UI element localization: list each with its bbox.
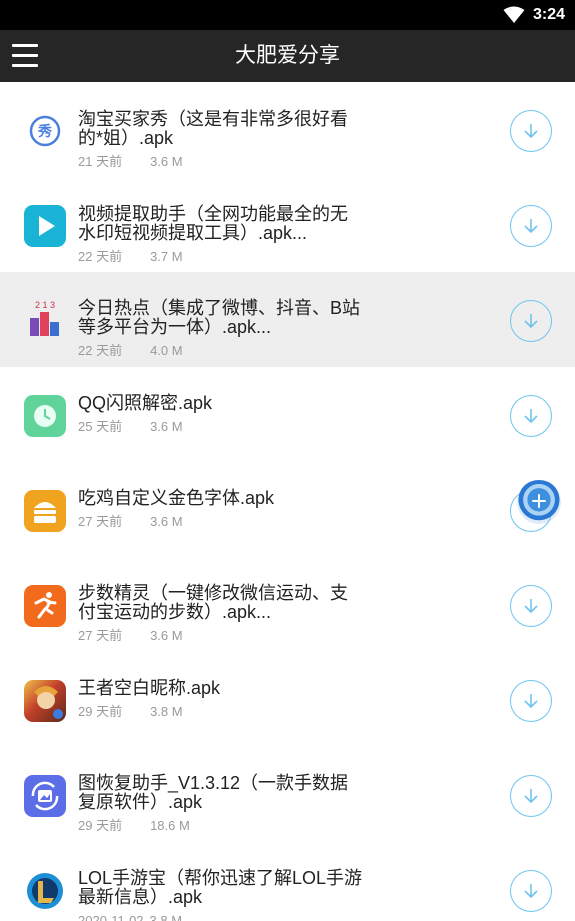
file-size: 3.6 M (150, 514, 183, 529)
file-age: 21 天前 (78, 154, 123, 169)
file-age: 22 天前 (78, 343, 123, 358)
plus-icon (532, 494, 546, 508)
file-age: 29 天前 (78, 704, 123, 719)
status-time: 3:24 (533, 6, 566, 23)
file-list: 秀 淘宝买家秀（这是有非常多很好看 的*姐）.apk 21 天前 3.6 M 视频… (0, 82, 575, 921)
lol-logo-icon (24, 870, 66, 912)
app-bar: 大肥爱分享 (0, 30, 575, 82)
file-size: 18.6 M (150, 818, 190, 833)
download-arrow-icon (524, 219, 538, 234)
photo-recovery-icon (24, 775, 66, 817)
download-button[interactable] (510, 300, 552, 342)
file-age: 25 天前 (78, 419, 123, 434)
clock-icon (24, 395, 66, 437)
file-size: 3.6 M (150, 154, 183, 169)
file-size: 3.8 M (150, 704, 183, 719)
download-arrow-icon (524, 314, 538, 329)
file-size: 3.6 M (150, 419, 183, 434)
file-meta: 22 天前 4.0 M (78, 343, 183, 359)
file-name: LOL手游宝（帮你迅速了解LOL手游 最新信息）.apk (78, 868, 363, 907)
file-name: 步数精灵（一键修改微信运动、支 付宝运动的步数）.apk... (78, 583, 348, 622)
file-name: 今日热点（集成了微博、抖音、B站 等多平台为一体）.apk... (78, 298, 361, 337)
file-meta: 29 天前 18.6 M (78, 818, 190, 834)
list-item[interactable]: 2 1 3 今日热点（集成了微博、抖音、B站 等多平台为一体）.apk... 2… (0, 272, 575, 367)
list-item[interactable]: 王者空白昵称.apk 29 天前 3.8 M (0, 652, 575, 747)
download-button[interactable] (510, 395, 552, 437)
file-name: QQ闪照解密.apk (78, 393, 213, 413)
taobao-xiu-icon: 秀 (24, 110, 66, 152)
download-arrow-icon (524, 789, 538, 804)
download-arrow-icon (524, 884, 538, 899)
file-age: 22 天前 (78, 249, 123, 264)
file-meta: 2020-11-02 3.8 M (78, 913, 182, 921)
file-meta: 27 天前 3.6 M (78, 514, 183, 530)
file-age: 27 天前 (78, 514, 123, 529)
file-age: 27 天前 (78, 628, 123, 643)
list-item[interactable]: LOL手游宝（帮你迅速了解LOL手游 最新信息）.apk 2020-11-02 3… (0, 842, 575, 921)
status-bar: 3:24 (0, 0, 575, 30)
file-name: 淘宝买家秀（这是有非常多很好看 的*姐）.apk (78, 109, 348, 148)
file-meta: 22 天前 3.7 M (78, 249, 183, 265)
hot-ranking-podium-icon: 2 1 3 (24, 298, 66, 340)
list-item[interactable]: 视频提取助手（全网功能最全的无 水印短视频提取工具）.apk... 22 天前 3… (0, 177, 575, 272)
video-extract-play-icon (24, 205, 66, 247)
file-name: 视频提取助手（全网功能最全的无 水印短视频提取工具）.apk... (78, 204, 348, 243)
list-item[interactable]: 吃鸡自定义金色字体.apk 27 天前 3.6 M (0, 462, 575, 557)
list-item[interactable]: 步数精灵（一键修改微信运动、支 付宝运动的步数）.apk... 27 天前 3.6… (0, 557, 575, 652)
file-size: 3.7 M (150, 249, 183, 264)
game-hero-icon (24, 680, 66, 722)
file-meta: 29 天前 3.8 M (78, 704, 183, 720)
download-arrow-icon (524, 124, 538, 139)
file-name: 图恢复助手_V1.3.12（一款手数据 复原软件）.apk (78, 773, 349, 812)
download-button[interactable] (510, 205, 552, 247)
floating-add-button[interactable] (517, 480, 561, 524)
file-meta: 27 天前 3.6 M (78, 628, 183, 644)
file-age: 29 天前 (78, 818, 123, 833)
list-item[interactable]: QQ闪照解密.apk 25 天前 3.6 M (0, 367, 575, 462)
file-name: 王者空白昵称.apk (78, 678, 221, 698)
file-meta: 21 天前 3.6 M (78, 154, 183, 170)
file-meta: 25 天前 3.6 M (78, 419, 183, 435)
download-arrow-icon (524, 694, 538, 709)
file-size: 3.8 M (149, 913, 183, 921)
file-name: 吃鸡自定义金色字体.apk (78, 488, 275, 508)
download-button[interactable] (510, 680, 552, 722)
file-age: 2020-11-02 (78, 913, 144, 921)
file-size: 3.6 M (150, 628, 183, 643)
download-button[interactable] (510, 870, 552, 912)
download-button[interactable] (510, 110, 552, 152)
download-arrow-icon (524, 409, 538, 424)
file-size: 4.0 M (150, 343, 183, 358)
burger-stack-icon (24, 490, 66, 532)
download-button[interactable] (510, 585, 552, 627)
page-title: 大肥爱分享 (235, 44, 340, 67)
running-man-icon (24, 585, 66, 627)
download-arrow-icon (524, 599, 538, 614)
list-item[interactable]: 秀 淘宝买家秀（这是有非常多很好看 的*姐）.apk 21 天前 3.6 M (0, 82, 575, 177)
list-item[interactable]: 图恢复助手_V1.3.12（一款手数据 复原软件）.apk 29 天前 18.6 … (0, 747, 575, 842)
download-button[interactable] (510, 775, 552, 817)
wifi-icon (503, 6, 525, 23)
